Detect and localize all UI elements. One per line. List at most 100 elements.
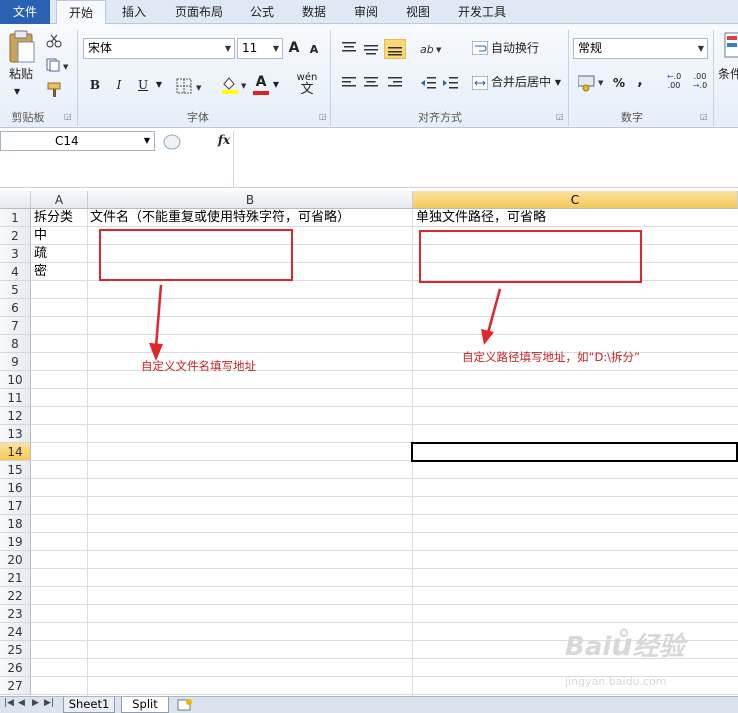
tab-page-layout[interactable]: 页面布局: [166, 0, 232, 24]
paste-icon[interactable]: [8, 30, 36, 64]
number-format-combo[interactable]: 常规 ▼: [573, 38, 708, 59]
sheet-tab-sheet1[interactable]: Sheet1: [63, 697, 115, 713]
row-header-7[interactable]: 7: [0, 317, 31, 335]
merge-dropdown-icon[interactable]: ▼: [554, 73, 562, 93]
row-header-1[interactable]: 1: [0, 209, 31, 227]
sheet-tab-split[interactable]: Split: [121, 697, 169, 713]
font-size-combo[interactable]: 11 ▼: [237, 38, 283, 59]
font-color-button[interactable]: A: [253, 73, 269, 95]
row-header-14[interactable]: 14: [0, 443, 31, 461]
row-header-6[interactable]: 6: [0, 299, 31, 317]
last-sheet-icon[interactable]: ▶|: [44, 698, 54, 708]
prev-sheet-icon[interactable]: ◀: [18, 698, 25, 708]
increase-indent-icon[interactable]: [442, 76, 458, 90]
tab-formulas[interactable]: 公式: [242, 0, 282, 24]
row-header-27[interactable]: 27: [0, 677, 31, 695]
row-header-4[interactable]: 4: [0, 263, 31, 281]
cut-icon[interactable]: [46, 34, 62, 48]
tab-developer[interactable]: 开发工具: [450, 0, 514, 24]
tab-review[interactable]: 审阅: [346, 0, 386, 24]
format-painter-icon[interactable]: [46, 82, 64, 98]
decrease-indent-icon[interactable]: [420, 76, 436, 90]
paste-dropdown-icon[interactable]: ▼: [14, 82, 20, 102]
copy-icon[interactable]: ▼: [46, 58, 70, 72]
cell-a3[interactable]: 疏: [34, 245, 47, 263]
cell-a4[interactable]: 密: [34, 263, 47, 281]
row-header-18[interactable]: 18: [0, 515, 31, 533]
insert-sheet-icon[interactable]: [176, 698, 194, 712]
alignment-launcher-icon[interactable]: ◲: [556, 112, 564, 121]
accounting-format-icon[interactable]: ▼: [578, 74, 606, 92]
select-all-corner[interactable]: [0, 191, 31, 209]
paste-button[interactable]: 粘贴: [6, 64, 36, 84]
wrap-text-icon[interactable]: [472, 41, 488, 55]
row-header-5[interactable]: 5: [0, 281, 31, 299]
row-header-19[interactable]: 19: [0, 533, 31, 551]
row-header-10[interactable]: 10: [0, 371, 31, 389]
row-header-20[interactable]: 20: [0, 551, 31, 569]
insert-function-button[interactable]: fx: [216, 130, 232, 150]
row-header-13[interactable]: 13: [0, 425, 31, 443]
first-sheet-icon[interactable]: |◀: [4, 698, 14, 708]
decrease-decimal-button[interactable]: .00 →.0: [690, 72, 710, 90]
row-header-2[interactable]: 2: [0, 227, 31, 245]
row-header-15[interactable]: 15: [0, 461, 31, 479]
cell-c1[interactable]: 单独文件路径，可省略: [416, 209, 546, 227]
bold-button[interactable]: B: [86, 75, 104, 95]
row-header-16[interactable]: 16: [0, 479, 31, 497]
align-left-icon[interactable]: [342, 77, 356, 89]
row-header-25[interactable]: 25: [0, 641, 31, 659]
formula-input[interactable]: [236, 131, 736, 187]
row-header-21[interactable]: 21: [0, 569, 31, 587]
row-header-9[interactable]: 9: [0, 353, 31, 371]
shrink-font-button[interactable]: A: [307, 40, 321, 60]
underline-dropdown-icon[interactable]: ▼: [154, 75, 164, 95]
phonetic-button[interactable]: wén 文: [294, 72, 320, 97]
align-middle-icon[interactable]: [364, 44, 378, 56]
conditional-format-button[interactable]: 条件: [718, 64, 738, 84]
align-center-icon[interactable]: [364, 77, 378, 89]
orientation-icon[interactable]: ab ▼: [420, 41, 444, 55]
tab-insert[interactable]: 插入: [114, 0, 154, 24]
clipboard-launcher-icon[interactable]: ◲: [64, 112, 72, 121]
active-cell-c14[interactable]: [411, 442, 738, 462]
column-header-c[interactable]: C: [413, 191, 738, 209]
cell-a1[interactable]: 拆分类: [34, 209, 73, 227]
underline-button[interactable]: U: [134, 75, 152, 95]
name-box[interactable]: C14 ▼: [0, 131, 155, 151]
next-sheet-icon[interactable]: ▶: [32, 698, 39, 708]
column-header-b[interactable]: B: [88, 191, 413, 209]
row-header-24[interactable]: 24: [0, 623, 31, 641]
align-right-icon[interactable]: [388, 77, 402, 89]
font-name-combo[interactable]: 宋体 ▼: [83, 38, 235, 59]
fill-color-icon[interactable]: ▼: [220, 76, 250, 94]
row-header-12[interactable]: 12: [0, 407, 31, 425]
scroll-handle-icon[interactable]: [162, 134, 182, 150]
tab-file[interactable]: 文件: [0, 0, 50, 24]
row-header-8[interactable]: 8: [0, 335, 31, 353]
number-launcher-icon[interactable]: ◲: [700, 112, 708, 121]
increase-decimal-button[interactable]: ←.0.00: [664, 72, 684, 90]
row-header-3[interactable]: 3: [0, 245, 31, 263]
cell-b1[interactable]: 文件名（不能重复或使用特殊字符，可省略）: [90, 209, 350, 227]
cell-a2[interactable]: 中: [34, 227, 47, 245]
conditional-format-icon[interactable]: [724, 32, 738, 58]
align-top-icon[interactable]: [342, 42, 356, 54]
merge-center-icon[interactable]: [472, 76, 488, 90]
row-header-17[interactable]: 17: [0, 497, 31, 515]
row-header-22[interactable]: 22: [0, 587, 31, 605]
merge-center-button[interactable]: 合并后居中: [491, 72, 557, 92]
tab-view[interactable]: 视图: [398, 0, 438, 24]
column-header-a[interactable]: A: [31, 191, 88, 209]
percent-button[interactable]: %: [611, 73, 627, 93]
font-launcher-icon[interactable]: ◲: [319, 112, 327, 121]
comma-button[interactable]: ,: [634, 71, 646, 91]
row-header-26[interactable]: 26: [0, 659, 31, 677]
tab-home[interactable]: 开始: [56, 0, 106, 25]
borders-icon[interactable]: ▼: [176, 78, 206, 94]
align-bottom-icon[interactable]: [384, 39, 406, 59]
italic-button[interactable]: I: [110, 75, 128, 95]
row-header-11[interactable]: 11: [0, 389, 31, 407]
font-color-dropdown-icon[interactable]: ▼: [271, 75, 281, 95]
row-header-23[interactable]: 23: [0, 605, 31, 623]
